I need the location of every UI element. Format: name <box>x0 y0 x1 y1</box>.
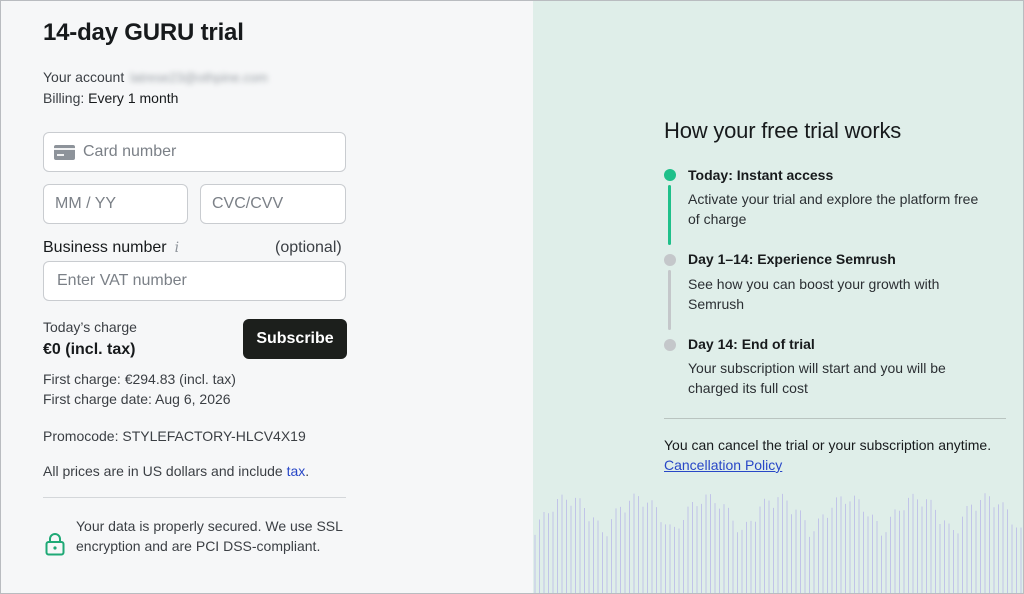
step-1-dot <box>664 169 676 181</box>
first-charge: First charge: €294.83 (incl. tax) <box>43 371 236 387</box>
checkout-page: 14-day GURU trial Your account latrese23@… <box>0 0 1024 594</box>
card-number-placeholder: Card number <box>83 143 177 160</box>
optional-label: (optional) <box>275 239 342 256</box>
vat-input[interactable]: Enter VAT number <box>43 261 346 301</box>
cvc-input[interactable]: CVC/CVV <box>200 184 346 224</box>
billing-value: Every 1 month <box>88 90 179 106</box>
step-1-title: Today: Instant access <box>688 167 834 183</box>
expiry-input[interactable]: MM / YY <box>43 184 188 224</box>
trial-info-title: How your free trial works <box>664 118 902 143</box>
step-3-dot <box>664 339 676 351</box>
step-2-dot <box>664 254 676 266</box>
todays-charge-amount: €0 (incl. tax) <box>43 341 136 358</box>
divider <box>664 418 1006 419</box>
tax-link[interactable]: tax <box>287 463 306 479</box>
step-1-description: Activate your trial and explore the plat… <box>688 191 979 227</box>
expiry-placeholder: MM / YY <box>55 195 117 212</box>
credit-card-icon <box>54 144 75 160</box>
security-note: Your data is properly secured. We use SS… <box>76 518 343 554</box>
todays-charge-label: Today’s charge <box>43 319 137 335</box>
cancel-note: You can cancel the trial or your subscri… <box>664 435 994 475</box>
cvc-placeholder: CVC/CVV <box>212 195 284 212</box>
prices-note-period: . <box>305 463 310 479</box>
promocode: Promocode: STYLEFACTORY-HLCV4X19 <box>43 428 306 444</box>
step-2-description: See how you can boost your growth with S… <box>688 276 940 312</box>
billing-label: Billing: <box>43 90 85 106</box>
account-email: latrese23@othpine.com <box>130 70 268 85</box>
vat-placeholder: Enter VAT number <box>57 272 187 289</box>
cancel-note-text: You can cancel the trial or your subscri… <box>664 437 992 453</box>
business-number-label: Business number i <box>43 239 179 257</box>
prices-note: All prices are in US dollars and include… <box>43 463 309 479</box>
account-line: Your account latrese23@othpine.com <box>43 69 268 85</box>
business-number-text: Business number <box>43 239 167 256</box>
trial-info-panel: How your free trial works Today: Instant… <box>533 1 1023 593</box>
info-icon[interactable]: i <box>175 240 179 256</box>
decorative-wave-pattern <box>534 493 1022 593</box>
prices-note-text: All prices are in US dollars and include <box>43 463 283 479</box>
step-2-title: Day 1–14: Experience Semrush <box>688 251 896 267</box>
subscribe-button[interactable]: Subscribe <box>243 319 347 359</box>
step-2-line <box>668 270 671 330</box>
cancellation-policy-link[interactable]: Cancellation Policy <box>664 457 782 473</box>
payment-panel: 14-day GURU trial Your account latrese23@… <box>1 1 533 593</box>
account-label: Your account <box>43 69 125 85</box>
lock-icon <box>45 533 65 556</box>
first-charge-date: First charge date: Aug 6, 2026 <box>43 391 231 407</box>
page-title: 14-day GURU trial <box>43 19 244 46</box>
step-3-title: Day 14: End of trial <box>688 336 815 352</box>
card-number-input[interactable]: Card number <box>43 132 346 172</box>
step-1-line <box>668 185 671 245</box>
divider <box>43 497 346 498</box>
step-3-description: Your subscription will start and you wil… <box>688 360 946 396</box>
billing-line: Billing: Every 1 month <box>43 90 178 106</box>
